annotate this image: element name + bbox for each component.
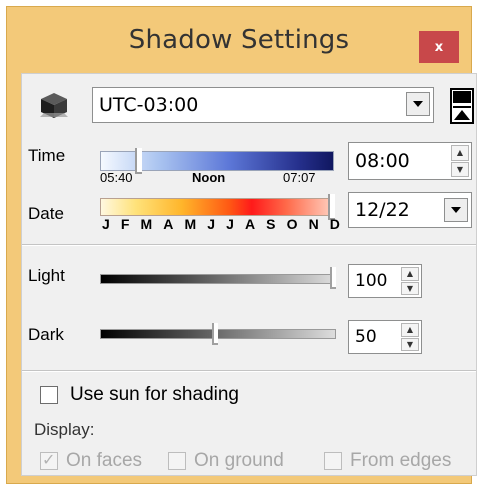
date-select[interactable]: 12/22 xyxy=(348,192,472,228)
time-label: Time xyxy=(28,146,66,165)
divider xyxy=(22,370,476,372)
time-value: 08:00 xyxy=(355,150,410,172)
light-slider-thumb[interactable] xyxy=(330,267,336,289)
light-value: 100 xyxy=(355,271,388,291)
light-slider-track[interactable] xyxy=(100,274,336,284)
dark-input[interactable]: 50 ▲ ▼ xyxy=(348,320,422,354)
month-tick: J xyxy=(102,216,110,232)
month-tick: M xyxy=(140,216,153,232)
date-label: Date xyxy=(28,204,64,223)
timezone-dropdown-button[interactable] xyxy=(406,92,430,116)
month-tick: J xyxy=(207,216,216,232)
window-title: Shadow Settings xyxy=(128,25,350,55)
month-tick: O xyxy=(286,216,298,232)
date-dropdown-button[interactable] xyxy=(444,198,468,222)
timezone-value: UTC-03:00 xyxy=(99,94,199,116)
sunrise-time: 05:40 xyxy=(100,170,133,185)
close-button[interactable]: x xyxy=(419,31,459,63)
noon-label: Noon xyxy=(192,170,226,185)
settings-panel: UTC-03:00 Time 05:40 Noon 07:07 08:00 ▲ … xyxy=(21,73,477,476)
time-spin-up[interactable]: ▲ xyxy=(451,145,469,161)
dark-value: 50 xyxy=(355,327,377,347)
light-spinner[interactable]: ▲ ▼ xyxy=(401,267,419,295)
time-input[interactable]: 08:00 ▲ ▼ xyxy=(348,142,472,180)
dark-slider-thumb[interactable] xyxy=(212,323,218,345)
dark-spin-up[interactable]: ▲ xyxy=(401,323,419,337)
divider xyxy=(22,244,476,246)
light-label: Light xyxy=(28,266,65,285)
month-tick: M xyxy=(184,216,197,232)
dark-spinner[interactable]: ▲ ▼ xyxy=(401,323,419,351)
dark-slider-track[interactable] xyxy=(100,329,336,339)
date-value: 12/22 xyxy=(355,199,410,221)
month-tick: S xyxy=(266,216,276,232)
cube-icon xyxy=(40,93,68,118)
light-input[interactable]: 100 ▲ ▼ xyxy=(348,264,422,298)
date-slider-track[interactable] xyxy=(100,198,334,216)
time-spinner[interactable]: ▲ ▼ xyxy=(451,145,469,177)
timezone-select[interactable]: UTC-03:00 xyxy=(92,87,434,123)
month-tick: N xyxy=(308,216,319,232)
on-faces-checkbox[interactable]: ✓ xyxy=(40,450,58,470)
close-icon: x xyxy=(434,39,444,55)
light-spin-down[interactable]: ▼ xyxy=(401,281,419,295)
chevron-down-icon xyxy=(451,207,461,213)
chevron-down-icon xyxy=(413,101,423,107)
on-faces-label: On faces xyxy=(66,450,143,471)
month-tick: F xyxy=(120,216,130,232)
use-sun-checkbox[interactable] xyxy=(40,386,58,404)
from-edges-label: From edges xyxy=(350,450,452,471)
on-ground-label: On ground xyxy=(194,450,284,471)
dark-label: Dark xyxy=(28,325,64,344)
light-spin-up[interactable]: ▲ xyxy=(401,267,419,281)
month-tick: A xyxy=(244,216,256,232)
on-ground-checkbox[interactable] xyxy=(168,452,186,470)
time-spin-down[interactable]: ▼ xyxy=(451,161,469,177)
dark-spin-down[interactable]: ▼ xyxy=(401,337,419,351)
checkmark-icon: ✓ xyxy=(42,450,56,469)
month-tick: D xyxy=(329,216,340,232)
expand-toggle-icon[interactable] xyxy=(450,88,474,124)
month-ticks: J F M A M J J A S O N D xyxy=(102,216,340,232)
month-tick: A xyxy=(163,216,174,232)
shadow-settings-window: Shadow Settings x UTC-03:00 Time 05:40 N… xyxy=(6,6,477,484)
sunset-time: 07:07 xyxy=(283,170,316,185)
time-slider-thumb[interactable] xyxy=(135,148,142,174)
month-tick: J xyxy=(226,216,234,232)
display-label: Display: xyxy=(34,420,95,439)
use-sun-label: Use sun for shading xyxy=(70,384,239,405)
from-edges-checkbox[interactable] xyxy=(324,452,342,470)
